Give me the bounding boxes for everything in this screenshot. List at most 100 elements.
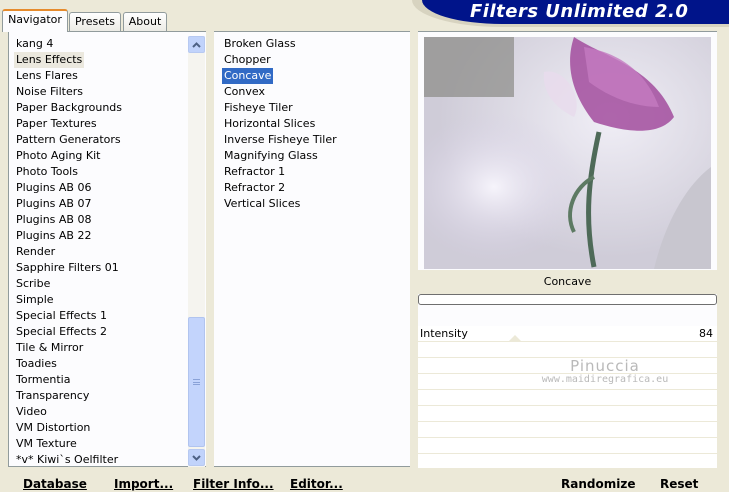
category-row[interactable]: Plugins AB 08 xyxy=(14,212,188,228)
category-row[interactable]: Video xyxy=(14,404,188,420)
category-row[interactable]: Paper Backgrounds xyxy=(14,100,188,116)
category-item[interactable]: Plugins AB 06 xyxy=(14,180,93,196)
category-scrollbar[interactable] xyxy=(188,36,205,467)
category-item[interactable]: Special Effects 1 xyxy=(14,308,109,324)
filter-item[interactable]: Fisheye Tiler xyxy=(222,100,295,116)
category-row[interactable]: Special Effects 2 xyxy=(14,324,188,340)
category-row[interactable]: Scribe xyxy=(14,276,188,292)
category-list[interactable]: kang 4 Lens Effects Lens Flares Noise Filte… xyxy=(14,36,188,468)
filter-row[interactable]: Convex xyxy=(222,84,408,100)
filter-item[interactable]: Refractor 1 xyxy=(222,164,287,180)
category-item[interactable]: Plugins AB 22 xyxy=(14,228,93,244)
scroll-up-icon xyxy=(192,41,201,48)
category-row[interactable]: Noise Filters xyxy=(14,84,188,100)
category-row[interactable]: Plugins AB 07 xyxy=(14,196,188,212)
filter-item[interactable]: Horizontal Slices xyxy=(222,116,317,132)
param-row-empty xyxy=(418,422,717,438)
category-item[interactable]: Noise Filters xyxy=(14,84,85,100)
filter-row[interactable]: Horizontal Slices xyxy=(222,116,408,132)
category-item[interactable]: *v* Kiwi`s Oelfilter xyxy=(14,452,120,468)
category-row[interactable]: Plugins AB 06 xyxy=(14,180,188,196)
filter-row[interactable]: Magnifying Glass xyxy=(222,148,408,164)
tab-presets[interactable]: Presets xyxy=(69,12,121,31)
filter-item[interactable]: Chopper xyxy=(222,52,273,68)
filter-row[interactable]: Vertical Slices xyxy=(222,196,408,212)
filter-item[interactable]: Inverse Fisheye Tiler xyxy=(222,132,339,148)
slider-marker-icon[interactable] xyxy=(508,335,522,342)
category-item[interactable]: Plugins AB 08 xyxy=(14,212,93,228)
category-item[interactable]: Sapphire Filters 01 xyxy=(14,260,121,276)
category-item[interactable]: Tormentia xyxy=(14,372,72,388)
category-item[interactable]: kang 4 xyxy=(14,36,55,52)
category-item[interactable]: Lens Flares xyxy=(14,68,80,84)
category-item[interactable]: Plugins AB 07 xyxy=(14,196,93,212)
tab-navigator[interactable]: Navigator xyxy=(2,9,68,32)
filter-item[interactable]: Vertical Slices xyxy=(222,196,302,212)
category-item[interactable]: Pattern Generators xyxy=(14,132,123,148)
category-item[interactable]: Paper Backgrounds xyxy=(14,100,124,116)
database-button[interactable]: Database xyxy=(23,477,87,491)
param-row-empty xyxy=(418,342,717,358)
scroll-down-button[interactable] xyxy=(188,449,205,466)
filter-row[interactable]: Chopper xyxy=(222,52,408,68)
category-item[interactable]: Lens Effects xyxy=(14,52,85,68)
category-row[interactable]: Special Effects 1 xyxy=(14,308,188,324)
category-item[interactable]: Photo Aging Kit xyxy=(14,148,102,164)
reset-button[interactable]: Reset xyxy=(660,477,698,491)
scroll-thumb[interactable] xyxy=(188,317,205,447)
category-item[interactable]: Transparency xyxy=(14,388,91,404)
category-row[interactable]: Render xyxy=(14,244,188,260)
category-row[interactable]: Toadies xyxy=(14,356,188,372)
filter-item[interactable]: Magnifying Glass xyxy=(222,148,320,164)
category-item[interactable]: Photo Tools xyxy=(14,164,80,180)
category-item[interactable]: Toadies xyxy=(14,356,59,372)
category-row[interactable]: VM Distortion xyxy=(14,420,188,436)
category-item[interactable]: Scribe xyxy=(14,276,52,292)
category-row[interactable]: kang 4 xyxy=(14,36,188,52)
filter-list[interactable]: Broken Glass Chopper Concave Convex Fisheye … xyxy=(222,36,408,212)
category-item[interactable]: Render xyxy=(14,244,57,260)
category-row[interactable]: Pattern Generators xyxy=(14,132,188,148)
category-row[interactable]: Simple xyxy=(14,292,188,308)
editor-button[interactable]: Editor... xyxy=(290,477,343,491)
category-row[interactable]: *v* Kiwi`s Oelfilter xyxy=(14,452,188,468)
category-row[interactable]: Lens Flares xyxy=(14,68,188,84)
category-item[interactable]: Simple xyxy=(14,292,56,308)
filter-row[interactable]: Inverse Fisheye Tiler xyxy=(222,132,408,148)
category-row[interactable]: Transparency xyxy=(14,388,188,404)
category-row[interactable]: Paper Textures xyxy=(14,116,188,132)
category-row[interactable]: Photo Aging Kit xyxy=(14,148,188,164)
app-title: Filters Unlimited 2.0 xyxy=(470,1,689,22)
category-item[interactable]: Tile & Mirror xyxy=(14,340,85,356)
scroll-up-button[interactable] xyxy=(188,36,205,53)
category-item[interactable]: VM Distortion xyxy=(14,420,92,436)
param-row-empty xyxy=(418,406,717,422)
category-row[interactable]: Sapphire Filters 01 xyxy=(14,260,188,276)
category-row[interactable]: Photo Tools xyxy=(14,164,188,180)
filter-row[interactable]: Fisheye Tiler xyxy=(222,100,408,116)
filter-item[interactable]: Concave xyxy=(222,68,274,84)
category-row[interactable]: VM Texture xyxy=(14,436,188,452)
filter-info-button[interactable]: Filter Info... xyxy=(193,477,274,491)
filter-item[interactable]: Refractor 2 xyxy=(222,180,287,196)
filter-row[interactable]: Refractor 2 xyxy=(222,180,408,196)
category-row[interactable]: Lens Effects xyxy=(14,52,188,68)
category-item[interactable]: Paper Textures xyxy=(14,116,99,132)
category-item[interactable]: Special Effects 2 xyxy=(14,324,109,340)
category-row[interactable]: Tile & Mirror xyxy=(14,340,188,356)
param-row-intensity[interactable]: Intensity 84 xyxy=(418,326,717,342)
category-row[interactable]: Plugins AB 22 xyxy=(14,228,188,244)
list-divider xyxy=(206,31,214,468)
filter-item[interactable]: Broken Glass xyxy=(222,36,298,52)
import-button[interactable]: Import... xyxy=(114,477,173,491)
randomize-button[interactable]: Randomize xyxy=(561,477,635,491)
filter-row[interactable]: Broken Glass xyxy=(222,36,408,52)
tab-about[interactable]: About xyxy=(123,12,167,31)
category-item[interactable]: VM Texture xyxy=(14,436,79,452)
filter-item[interactable]: Convex xyxy=(222,84,267,100)
category-row[interactable]: Tormentia xyxy=(14,372,188,388)
category-item[interactable]: Video xyxy=(14,404,49,420)
filter-row[interactable]: Refractor 1 xyxy=(222,164,408,180)
filter-row[interactable]: Concave xyxy=(222,68,408,84)
param-label: Intensity xyxy=(420,327,468,340)
